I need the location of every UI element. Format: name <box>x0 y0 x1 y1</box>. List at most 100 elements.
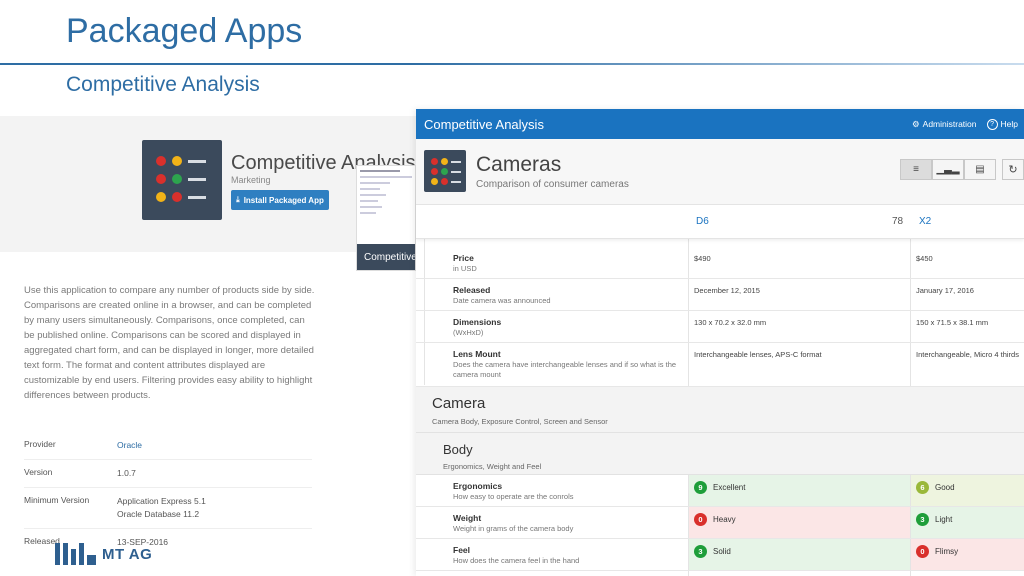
score-text: Light <box>935 515 953 524</box>
score-row: Ergonomics How easy to operate are the c… <box>416 475 1024 507</box>
row-description: How easy to operate are the conrols <box>453 492 574 501</box>
install-app-button[interactable]: ⤓ Install Packaged App <box>231 190 329 210</box>
cell-value: Interchangeable lenses, APS-C format <box>694 350 822 359</box>
help-link[interactable]: ? Help <box>986 118 1018 130</box>
gear-icon: ⚙ <box>912 118 920 129</box>
slide: Packaged Apps Competitive Analysis Compe… <box>0 0 1024 576</box>
score-cell: 3 Light <box>916 513 952 526</box>
meta-row: Minimum Version Application Express 5.1 … <box>24 488 312 529</box>
row-description: in USD <box>453 264 477 273</box>
score-row: Feel How does the camera feel in the han… <box>416 539 1024 571</box>
title-divider <box>0 63 1024 65</box>
meta-value-line: Application Express 5.1 <box>117 496 206 506</box>
row-label: Released <box>453 285 491 295</box>
row-label: Feel <box>453 545 471 555</box>
screenshot-thumbnail[interactable]: Competitive <box>356 165 416 271</box>
thumbnail-caption: Competitive <box>357 244 415 270</box>
cell-value: December 12, 2015 <box>694 286 760 295</box>
product-column-d6[interactable]: D6 <box>696 216 709 227</box>
row-label: Dimensions <box>453 317 502 327</box>
administration-label: Administration <box>922 119 977 129</box>
product-score: 78 <box>892 216 904 227</box>
score-text: Heavy <box>713 515 736 524</box>
page-header: Cameras Comparison of consumer cameras ≡… <box>416 139 1024 205</box>
comparison-header: D6 78 X2 <box>416 205 1024 239</box>
chart-view-button[interactable]: ▁▃▂ <box>932 159 964 180</box>
score-badge: 6 <box>916 481 929 494</box>
refresh-icon: ↻ <box>1008 164 1018 176</box>
subsection-description: Ergonomics, Weight and Feel <box>443 462 542 471</box>
table-row: Dimensions (WxHxD) 130 x 70.2 x 32.0 mm … <box>416 311 1024 343</box>
slide-title: Packaged Apps <box>66 12 303 50</box>
meta-key: Provider <box>24 439 56 449</box>
apex-app-window: Competitive Analysis ⚙ Administration ? … <box>416 109 1024 576</box>
score-cell: 0 Flimsy <box>916 545 958 558</box>
detail-view-button[interactable]: ▤ <box>964 159 996 180</box>
install-label: Install Packaged App <box>243 195 324 205</box>
score-badge: 0 <box>694 513 707 526</box>
help-label: Help <box>1000 119 1018 129</box>
slide-subtitle: Competitive Analysis <box>66 73 260 96</box>
row-label: Ergonomics <box>453 481 503 491</box>
table-row: Lens Mount Does the camera have intercha… <box>416 343 1024 387</box>
section-body[interactable]: Body Ergonomics, Weight and Feel <box>416 433 1024 475</box>
view-toggle-group: ≡ ▁▃▂ ▤ <box>900 159 996 180</box>
row-description: Weight in grams of the camera body <box>453 524 574 533</box>
row-description: How does the camera feel in the hand <box>453 556 580 565</box>
download-icon: ⤓ <box>236 195 240 204</box>
logo-text: MT AG <box>102 545 153 563</box>
meta-key: Minimum Version <box>24 495 90 505</box>
row-description: Does the camera have interchangeable len… <box>453 360 677 379</box>
meta-value: Application Express 5.1 Oracle Database … <box>117 495 206 521</box>
list-view-button[interactable]: ≡ <box>900 159 932 180</box>
row-label: Price <box>453 253 474 263</box>
nav-app-title[interactable]: Competitive Analysis <box>424 117 544 132</box>
score-text: Solid <box>713 547 731 556</box>
meta-row: Provider Oracle <box>24 432 312 460</box>
page-subtitle: Comparison of consumer cameras <box>476 179 629 190</box>
subsection-title: Body <box>443 442 473 457</box>
score-cell: 0 Heavy <box>694 513 736 526</box>
score-badge: 3 <box>916 513 929 526</box>
product-column-x2[interactable]: X2 <box>919 216 931 227</box>
page-title: Cameras <box>476 153 562 176</box>
cell-value: January 17, 2016 <box>916 286 974 295</box>
app-hero: Competitive Analysis Marketing ⤓ Install… <box>0 116 416 252</box>
score-text: Flimsy <box>935 547 959 556</box>
thumbnail-preview <box>357 170 415 214</box>
provider-link[interactable]: Oracle <box>117 439 142 452</box>
app-navbar: Competitive Analysis ⚙ Administration ? … <box>416 109 1024 139</box>
app-description: Use this application to compare any numb… <box>24 285 315 401</box>
score-cell: 9 Excellent <box>694 481 745 494</box>
help-icon: ? <box>986 118 998 130</box>
meta-key: Version <box>24 467 53 477</box>
score-cell: 3 Solid <box>694 545 731 558</box>
cell-value: Interchangeable, Micro 4 thirds <box>916 350 1019 359</box>
score-badge: 3 <box>694 545 707 558</box>
comparison-rows: Price in USD $490 $450 Released Date cam… <box>416 247 1024 571</box>
score-badge: 0 <box>916 545 929 558</box>
app-meta-list: Provider Oracle Version 1.0.7 Minimum Ve… <box>24 432 312 556</box>
score-text: Good <box>935 483 955 492</box>
row-label: Lens Mount <box>453 349 501 359</box>
administration-link[interactable]: ⚙ Administration <box>912 119 976 130</box>
detail-icon: ▤ <box>975 164 985 175</box>
score-cell: 6 Good <box>916 481 955 494</box>
cell-value: 150 x 71.5 x 38.1 mm <box>916 318 989 327</box>
section-title: Camera <box>432 395 486 412</box>
page-icon <box>424 150 466 192</box>
section-description: Camera Body, Exposure Control, Screen an… <box>432 417 608 426</box>
cell-value: 130 x 70.2 x 32.0 mm <box>694 318 767 327</box>
cell-value: $450 <box>916 254 933 263</box>
app-gallery-panel: Competitive Analysis Marketing ⤓ Install… <box>0 116 416 576</box>
bar-chart-icon: ▁▃▂ <box>936 164 960 175</box>
score-text: Excellent <box>713 483 746 492</box>
meta-value: 1.0.7 <box>117 468 136 478</box>
nav-links: ⚙ Administration ? Help <box>912 109 1018 139</box>
section-camera[interactable]: Camera Camera Body, Exposure Control, Sc… <box>416 387 1024 433</box>
row-description: Date camera was announced <box>453 296 551 305</box>
list-icon: ≡ <box>913 164 919 175</box>
row-label: Weight <box>453 513 482 523</box>
refresh-button[interactable]: ↻ <box>1002 159 1024 180</box>
meta-row: Version 1.0.7 <box>24 460 312 488</box>
